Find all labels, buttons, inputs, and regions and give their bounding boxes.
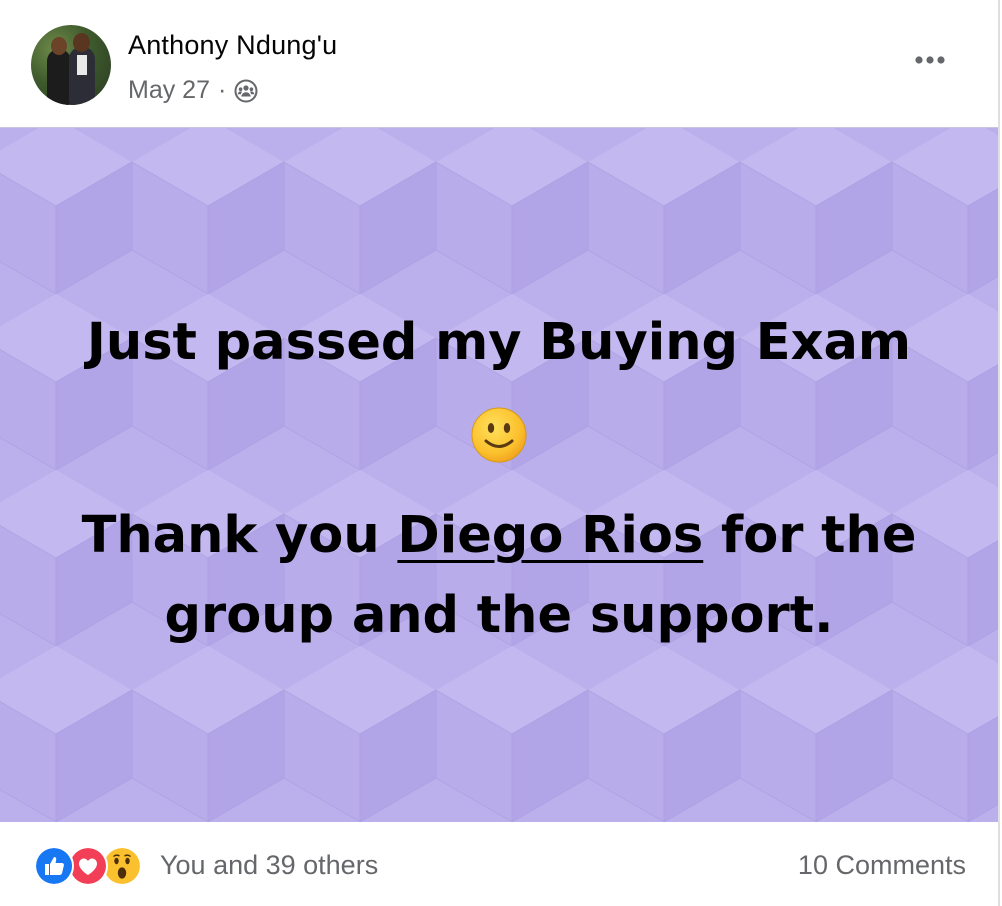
post-meta: May 27 ·: [128, 76, 258, 105]
meta-separator: ·: [217, 76, 227, 104]
post-text: Just passed my Buying Exam Thank you Die…: [0, 128, 998, 822]
more-horizontal-icon[interactable]: [910, 46, 950, 74]
reaction-icons[interactable]: [34, 846, 146, 886]
wow-icon: [102, 846, 142, 886]
slightly-smiling-face-emoji: [471, 407, 527, 463]
group-icon: [234, 79, 258, 102]
author-avatar[interactable]: [31, 25, 111, 105]
post-footer: You and 39 others 10 Comments: [0, 822, 998, 906]
post-header: Anthony Ndung'u May 27 ·: [0, 0, 998, 127]
post-background: Just passed my Buying Exam Thank you Die…: [0, 127, 998, 822]
author-name[interactable]: Anthony Ndung'u: [128, 30, 337, 61]
post-card: Anthony Ndung'u May 27 · Just passed my …: [0, 0, 1000, 906]
love-icon: [68, 846, 108, 886]
mention-link[interactable]: Diego Rios: [397, 506, 703, 565]
thanks-text-suffix: for the: [703, 506, 917, 565]
post-text-line: Thank you Diego Rios for the: [0, 506, 998, 565]
post-text-line: Just passed my Buying Exam: [86, 313, 912, 372]
post-text-line: group and the support.: [164, 586, 834, 645]
like-icon: [34, 846, 74, 886]
reaction-summary[interactable]: You and 39 others: [160, 850, 378, 881]
thanks-text: Thank you: [81, 506, 398, 565]
post-date[interactable]: May 27: [128, 76, 210, 105]
comment-count[interactable]: 10 Comments: [798, 850, 966, 881]
